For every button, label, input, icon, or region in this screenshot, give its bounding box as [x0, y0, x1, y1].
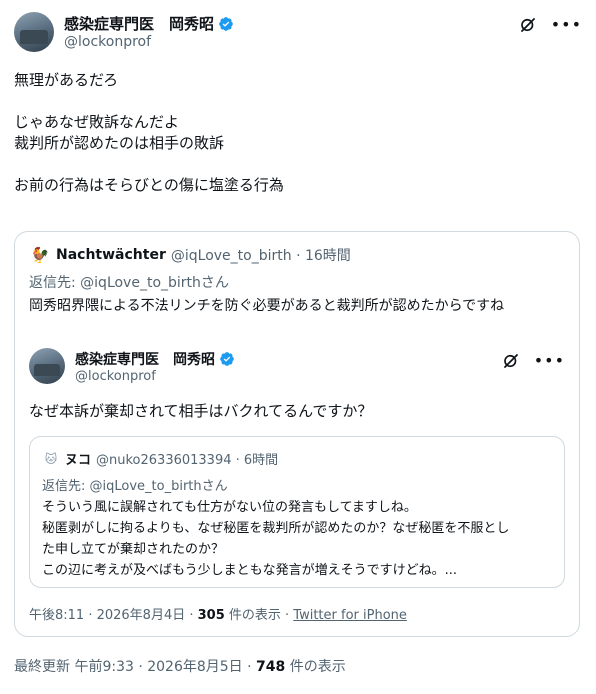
last-updated[interactable]: 最終更新 午前9:33 · 2026年8月5日 ·: [14, 659, 256, 675]
nested-reply-to[interactable]: 返信先: @iqLove_to_birthさん: [42, 475, 228, 494]
inner-tweet-text: なぜ本訴が棄却されて相手はバクれてるんですか？: [29, 402, 373, 420]
tweet-line: 裁判所が認めたのは相手の敗訴: [14, 134, 225, 152]
inner-author-name-line[interactable]: 感染症専門医 岡秀昭: [75, 349, 235, 369]
tweet-text: 無理があるだろ じゃあなぜ敗訴なんだよ 裁判所が認めたのは相手の敗訴 お前の行為…: [14, 70, 574, 196]
author-name[interactable]: 感染症専門医 岡秀昭: [64, 13, 214, 34]
nested-author-name[interactable]: ヌコ: [65, 449, 91, 468]
nested-header: 🐱 ヌコ @nuko26336013394 · 6時間: [42, 449, 278, 469]
tweet-line: お前の行為はそらびとの傷に塩塗る行為: [14, 176, 284, 194]
nested-line: そういう風に誤解されても仕方がない位の発言もしてますしね。: [42, 500, 417, 515]
author-handle[interactable]: @lockonprof: [64, 34, 151, 50]
inner-tweet-footer: 午後8:11 · 2026年8月4日 · 305 件の表示 · Twitter …: [29, 604, 407, 623]
inner-tweet-header: 感染症専門医 岡秀昭 @lockonprof •••: [29, 348, 565, 388]
quote-author-name[interactable]: Nachtwächter: [56, 247, 166, 263]
tweet-card: 感染症専門医 岡秀昭 @lockonprof ••• 無理があるだろ じゃあなぜ…: [0, 0, 596, 694]
inner-author-handle[interactable]: @lockonprof: [75, 369, 156, 384]
grok-icon[interactable]: [519, 16, 537, 34]
tweet-header: 感染症専門医 岡秀昭 @lockonprof •••: [14, 12, 582, 56]
quote-reply-to[interactable]: 返信先: @iqLove_to_birthさん: [29, 272, 229, 292]
more-icon[interactable]: •••: [534, 353, 565, 369]
nested-avatar[interactable]: 🐱: [42, 450, 60, 468]
inner-view-count: 305: [197, 608, 225, 623]
inner-views-label: 件の表示 ·: [224, 608, 294, 623]
top-actions: •••: [519, 16, 582, 34]
grok-icon[interactable]: [502, 352, 520, 370]
quote-avatar[interactable]: 🐓: [29, 244, 51, 266]
quote-author-meta[interactable]: @iqLove_to_birth · 16時間: [171, 245, 351, 265]
avatar[interactable]: [14, 12, 54, 52]
verified-badge-icon: [219, 16, 233, 31]
quoted-tweet[interactable]: 🐓 Nachtwächter @iqLove_to_birth · 16時間 返…: [14, 231, 580, 637]
tweet-line: 無理があるだろ: [14, 71, 119, 89]
quote-header: 🐓 Nachtwächter @iqLove_to_birth · 16時間: [29, 244, 351, 266]
tweet-meta-footer: 最終更新 午前9:33 · 2026年8月5日 · 748 件の表示: [14, 656, 346, 676]
inner-timestamp[interactable]: 午後8:11 · 2026年8月4日 ·: [29, 608, 198, 623]
client-link[interactable]: Twitter for iPhone: [293, 608, 407, 623]
nested-line: 秘匿剥がしに拘るよりも、なぜ秘匿を裁判所が認めたのか？なぜ秘匿を不服とし: [42, 521, 510, 536]
tweet-line: じゃあなぜ敗訴なんだよ: [14, 113, 180, 131]
nested-line: この辺に考えが及べばもう少しまともな発言が増えそうですけどね。...: [42, 563, 458, 578]
inner-author-name[interactable]: 感染症専門医 岡秀昭: [75, 349, 215, 369]
inner-avatar[interactable]: [29, 348, 65, 384]
views-label: 件の表示: [285, 659, 346, 675]
view-count: 748: [256, 659, 286, 675]
inner-top-actions: •••: [502, 352, 565, 370]
author-name-line[interactable]: 感染症専門医 岡秀昭: [64, 13, 234, 34]
quote-text: 岡秀昭界隈による不法リンチを防ぐ必要があると裁判所が認めたからですね: [29, 298, 505, 314]
nested-line: た申し立てが棄却されたのか？: [42, 542, 225, 557]
verified-badge-icon: [220, 352, 234, 366]
nested-quoted-tweet[interactable]: 🐱 ヌコ @nuko26336013394 · 6時間 返信先: @iqLove…: [29, 436, 565, 588]
nested-text: そういう風に誤解されても仕方がない位の発言もしてますしね。 秘匿剥がしに拘るより…: [42, 497, 556, 581]
more-icon[interactable]: •••: [551, 17, 582, 33]
nested-author-meta[interactable]: @nuko26336013394 · 6時間: [96, 449, 278, 468]
